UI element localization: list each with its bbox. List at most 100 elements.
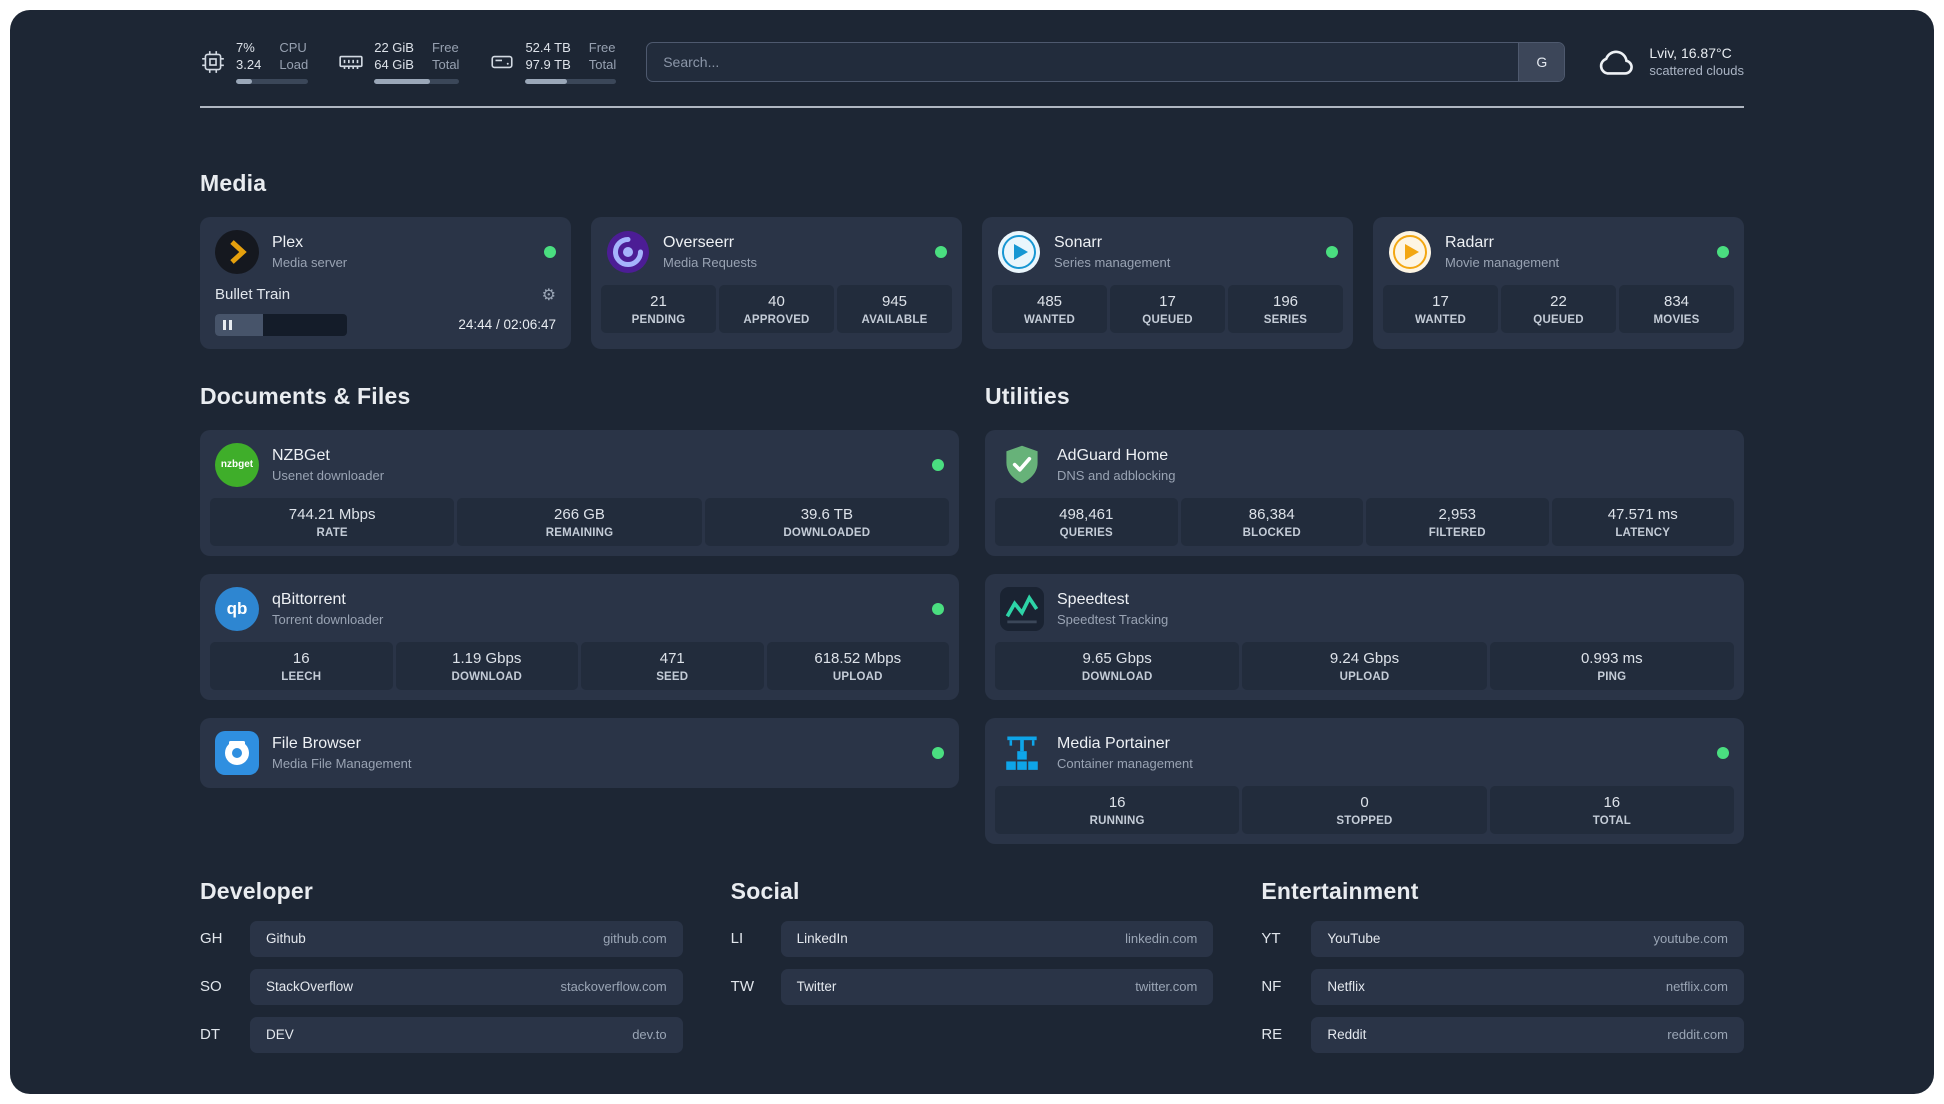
bookmark-name: StackOverflow	[266, 979, 354, 994]
bookmark-abbr: GH	[200, 930, 223, 947]
cpu-progress-fill	[236, 78, 252, 84]
stat-tile: 0 STOPPED	[1242, 785, 1487, 834]
service-name: Plex	[272, 233, 304, 251]
memory-total: 64 GiB	[374, 57, 414, 73]
adguard-icon	[1000, 443, 1044, 487]
bookmark-netflix[interactable]: NF Netflix netflix.com	[1261, 968, 1744, 1005]
bookmark-name: DEV	[266, 1027, 294, 1042]
search-provider-button[interactable]: G	[1518, 42, 1565, 81]
bookmark-name: Github	[266, 931, 306, 946]
service-desc: Usenet downloader	[272, 467, 385, 483]
utilities-section-title: Utilities	[985, 382, 1070, 409]
bookmark-group-developer: Developer GH Github github.com SO StackO…	[200, 878, 683, 1053]
service-card-adguard[interactable]: AdGuard Home DNS and adblocking 498,461 …	[985, 429, 1744, 556]
bookmark-abbr: YT	[1261, 930, 1281, 947]
service-name: NZBGet	[272, 446, 330, 464]
service-card-portainer[interactable]: Media Portainer Container management 16 …	[985, 717, 1744, 844]
stat-tile: 1.19 Gbps DOWNLOAD	[395, 641, 578, 690]
stat-tile: 9.24 Gbps UPLOAD	[1242, 641, 1487, 690]
nzbget-icon: nzbget	[215, 442, 259, 487]
memory-free: 22 GiB	[374, 40, 414, 55]
cloud-icon	[1595, 41, 1637, 83]
bookmark-abbr: NF	[1261, 978, 1282, 995]
disk-free: 52.4 TB	[525, 40, 571, 55]
cpu-usage: 7%	[236, 40, 255, 55]
service-card-plex[interactable]: Plex Media server Bullet Train ⚙ 24:44 /…	[200, 216, 571, 349]
service-card-qbittorrent[interactable]: qb qBittorrent Torrent downloader 16 LEE…	[200, 573, 959, 700]
search-input[interactable]	[647, 42, 1519, 81]
disk-progress-fill	[525, 78, 568, 84]
radarr-icon	[1388, 230, 1432, 274]
service-card-overseerr[interactable]: Overseerr Media Requests 21 PENDING 40 A…	[591, 216, 962, 349]
service-name: Media Portainer	[1057, 734, 1170, 752]
filebrowser-icon	[215, 730, 259, 775]
memory-label-top: Free	[431, 40, 459, 55]
bookmark-github[interactable]: GH Github github.com	[200, 920, 683, 957]
dashboard-panel: 7% CPU 3.24 Load 22 GiB Free 64 GiB Tota…	[10, 10, 1934, 1094]
service-desc: Movie management	[1445, 254, 1560, 270]
qbittorrent-icon: qb	[215, 586, 259, 631]
speedtest-icon	[1000, 586, 1044, 631]
service-card-sonarr[interactable]: Sonarr Series management 485 WANTED 17 Q…	[982, 216, 1353, 349]
bookmark-twitter[interactable]: TW Twitter twitter.com	[730, 968, 1214, 1005]
memory-label-bottom: Total	[431, 57, 460, 73]
bookmark-abbr: DT	[200, 1026, 220, 1043]
stat-tile: 945 AVAILABLE	[837, 284, 952, 333]
memory-widget: 22 GiB Free 64 GiB Total	[338, 40, 460, 84]
bookmark-youtube[interactable]: YT YouTube youtube.com	[1261, 920, 1744, 957]
topbar-divider	[200, 105, 1744, 108]
service-desc: Media server	[272, 254, 348, 270]
service-desc: DNS and adblocking	[1057, 467, 1176, 483]
weather-widget: Lviv, 16.87°C scattered clouds	[1595, 41, 1744, 83]
service-desc: Media Requests	[663, 254, 757, 270]
service-card-radarr[interactable]: Radarr Movie management 17 WANTED 22 QUE…	[1373, 216, 1744, 349]
memory-progress-fill	[374, 78, 431, 84]
bookmark-linkedin[interactable]: LI LinkedIn linkedin.com	[731, 920, 1214, 957]
bookmark-dev[interactable]: DT DEV dev.to	[200, 1016, 683, 1053]
service-card-speedtest[interactable]: Speedtest Speedtest Tracking 9.65 Gbps D…	[985, 573, 1744, 700]
stat-tile: 17 QUEUED	[1110, 284, 1225, 333]
pause-icon[interactable]	[223, 319, 232, 330]
status-dot	[932, 746, 944, 759]
cpu-widget: 7% CPU 3.24 Load	[200, 40, 309, 84]
stat-tile: 39.6 TB DOWNLOADED	[704, 497, 949, 546]
stat-tile: 22 QUEUED	[1501, 284, 1616, 333]
service-name: Radarr	[1445, 233, 1494, 251]
status-dot	[932, 602, 944, 615]
service-name: Sonarr	[1054, 233, 1103, 251]
service-card-filebrowser[interactable]: File Browser Media File Management	[200, 717, 959, 788]
bookmark-stackoverflow[interactable]: SO StackOverflow stackoverflow.com	[200, 968, 683, 1005]
resource-widgets: 7% CPU 3.24 Load 22 GiB Free 64 GiB Tota…	[200, 40, 617, 84]
service-name: Speedtest	[1057, 590, 1130, 608]
documents-section-title: Documents & Files	[200, 382, 411, 409]
stat-tile: 9.65 Gbps DOWNLOAD	[995, 641, 1240, 690]
cpu-progress-track	[236, 78, 309, 84]
service-card-nzbget[interactable]: nzbget NZBGet Usenet downloader 744.21 M…	[200, 429, 959, 556]
disk-label-top: Free	[588, 40, 616, 55]
memory-progress-track	[374, 78, 460, 84]
bookmark-reddit[interactable]: RE Reddit reddit.com	[1261, 1016, 1744, 1053]
stat-tile: 40 APPROVED	[719, 284, 834, 333]
cpu-label-bottom: Load	[279, 57, 309, 73]
section-media: Media Plex Media server Bullet Train ⚙ 2…	[200, 170, 1744, 349]
bookmark-domain: linkedin.com	[1125, 931, 1198, 946]
stat-tile: 16 TOTAL	[1489, 785, 1734, 834]
media-section-title: Media	[200, 169, 267, 196]
status-dot	[1326, 245, 1338, 258]
portainer-icon	[1000, 731, 1044, 775]
stat-tile: 618.52 Mbps UPLOAD	[766, 641, 949, 690]
cpu-label-top: CPU	[279, 40, 307, 55]
stat-tile: 17 WANTED	[1383, 284, 1498, 333]
status-dot	[932, 458, 944, 471]
entertainment-section-title: Entertainment	[1261, 877, 1419, 904]
status-dot	[935, 245, 947, 258]
gear-icon[interactable]: ⚙	[542, 285, 556, 305]
service-name: qBittorrent	[272, 590, 346, 608]
weather-condition: scattered clouds	[1649, 63, 1744, 79]
service-name: AdGuard Home	[1057, 446, 1169, 464]
playback-progress-bar[interactable]	[215, 313, 347, 336]
service-name: Overseerr	[663, 233, 735, 251]
now-playing-title: Bullet Train	[215, 286, 291, 303]
bookmark-name: Twitter	[796, 979, 837, 994]
bookmark-abbr: TW	[730, 978, 754, 995]
